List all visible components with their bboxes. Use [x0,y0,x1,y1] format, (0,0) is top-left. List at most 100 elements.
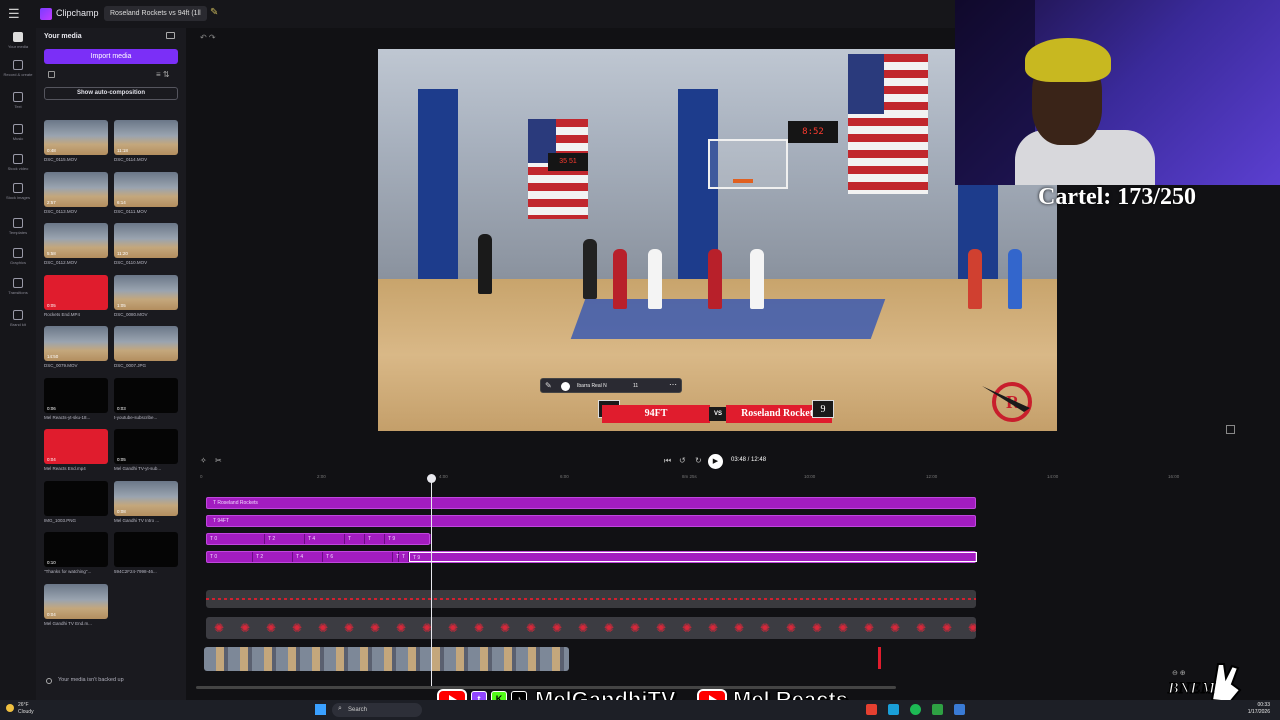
media-thumbnail[interactable]: 0:04 [44,429,108,464]
spotify-icon[interactable] [910,704,921,715]
media-thumbnail[interactable]: 5:58 [44,223,108,258]
filter-sort-icon[interactable]: ≡ ⇅ [156,70,170,79]
logo-clip-frame: ✺ [343,621,355,635]
media-thumbnail[interactable]: 0:03 [114,377,178,413]
media-thumbnail[interactable]: 0:05 [44,274,108,310]
rail-item-templates[interactable]: Templates [0,218,36,235]
video-track[interactable] [204,647,569,671]
ruler-tick: 16:00 [1168,474,1180,479]
media-thumbnail[interactable]: 11:20 [114,223,178,258]
rail-item-stock-images[interactable]: Stock images [0,183,36,200]
audio-track[interactable] [206,590,976,608]
score-overlay[interactable]: 10 94FT VS Roseland Rockets 9 [566,400,836,424]
score-clip[interactable]: T 4 [293,552,323,562]
rail-item-text[interactable]: Text [0,92,36,109]
media-thumbnail[interactable]: 0:10 [44,532,108,567]
rewind-icon[interactable]: ↺ [679,456,686,465]
score-clip-selected[interactable]: T 9 [409,552,977,562]
ruler-tick: 6:00 [560,474,569,479]
taskbar-search[interactable]: Search [332,703,422,717]
media-thumbnail[interactable]: 11:18 [114,120,178,155]
rail-item-stock-video[interactable]: Stock video [0,154,36,171]
media-thumbnail[interactable] [44,480,108,516]
logo-clip-frame: ✺ [421,621,433,635]
media-thumbnail[interactable] [114,326,178,361]
undo-icon[interactable]: ↶ ↷ [200,33,216,42]
player [1008,249,1022,309]
score-clip[interactable]: T 2 [265,534,305,544]
font-size-selector[interactable]: 11 [633,383,638,389]
chrome-icon[interactable] [866,704,877,715]
magic-edit-icon[interactable]: ✧ [200,456,207,465]
media-thumbnail[interactable]: 14:50 [44,326,108,361]
split-icon[interactable]: ✂ [215,456,222,465]
score-clip[interactable]: T 9 [385,534,431,544]
logo-clip-frame: ✺ [499,621,511,635]
score-track-2[interactable]: T 0 T 2 T 4 T 6 T T T 9 [206,551,977,563]
music-icon [13,124,23,134]
playhead-handle[interactable] [427,474,436,483]
timeline-ruler[interactable]: 0 2:00 4:00 6:00 8m 25s 10:00 12:00 14:0… [196,472,1246,486]
media-thumbnail[interactable]: 0:48 [44,120,108,155]
player [583,239,597,299]
score-clip[interactable]: T 2 [253,552,293,562]
score-clip[interactable]: T 0 [207,534,265,544]
project-name-field[interactable]: Roseland Rockets vs 94ft (1ll [104,6,207,21]
media-thumbnail[interactable]: 1:05 [114,274,178,310]
show-auto-composition-button[interactable]: Show auto-composition [44,87,178,100]
windows-start-icon[interactable] [315,704,326,715]
import-media-button[interactable]: Import media [44,49,178,64]
more-options-icon[interactable]: ⋯ [669,380,677,389]
weather-icon[interactable] [6,704,14,712]
app-icon[interactable] [932,704,943,715]
rail-item-record[interactable]: Record & create [0,60,36,77]
media-thumbnail[interactable]: 0:04 [44,583,108,619]
media-thumbnail[interactable]: 0:08 [114,480,178,516]
weather-widget[interactable]: 26°F Cloudy [18,702,34,716]
skip-back-icon[interactable]: ⏮ [664,456,671,466]
score-track-1[interactable]: T 0 T 2 T 4 T T T 9 [206,533,431,545]
score-clip[interactable]: T 4 [305,534,345,544]
score-clip[interactable]: T [345,534,365,544]
rail-item-music[interactable]: Music [0,124,36,141]
app-icon[interactable] [954,704,965,715]
score-clip[interactable]: T 0 [207,552,253,562]
edge-icon[interactable] [888,704,899,715]
media-filename: Mel Gandhi TV Intro ... [114,517,160,523]
edit-pencil-icon[interactable]: ✎ [545,381,552,390]
text-track-roseland[interactable]: T Roseland Rockets [206,497,976,509]
forward-icon[interactable]: ↻ [695,456,702,465]
play-button[interactable]: ▶ [708,454,723,469]
logo-clip-frame: ✺ [369,621,381,635]
hamburger-menu-icon[interactable]: ☰ [8,6,24,22]
media-duration: 0:05 [47,302,56,308]
collapse-panel-icon[interactable] [166,32,175,39]
media-thumbnail[interactable]: 2:57 [44,171,108,207]
rail-item-your-media[interactable]: Your media [0,32,36,49]
system-clock[interactable]: 00:33 1/17/2026 [1226,702,1270,716]
playhead[interactable] [431,476,432,686]
clipchamp-logo-icon [40,8,52,20]
fullscreen-icon[interactable] [1226,425,1235,434]
media-thumbnail[interactable]: 6:14 [114,171,178,207]
clock-date: 1/17/2026 [1247,709,1270,715]
score-clip[interactable]: T [365,534,385,544]
font-selector[interactable]: Ibarra Real N [577,383,607,389]
text-track-94ft[interactable]: T 94FT [206,515,976,527]
rail-item-graphics[interactable]: Graphics [0,248,36,265]
red-clip-marker[interactable] [878,647,881,669]
score-clip[interactable]: T 6 [323,552,393,562]
media-thumbnail[interactable]: 0:06 [44,377,108,413]
media-thumbnail[interactable]: 0:05 [114,429,178,464]
logo-overlay-track[interactable]: ✺ ✺ ✺ ✺ ✺ ✺ ✺ ✺ ✺ ✺ ✺ ✺ ✺ ✺ ✺ ✺ ✺ ✺ ✺ ✺ ✺ ✺ ✺ ✺ ✺ ✺ ✺ ✺ ✺ ✺ [206,617,976,639]
player [613,249,627,309]
rail-item-transitions[interactable]: Transitions [0,278,36,295]
template-icon [13,218,23,228]
media-thumbnail[interactable] [114,532,178,567]
color-picker[interactable] [561,382,570,391]
score-clip[interactable]: T [399,552,409,562]
magic-wand-icon[interactable]: ✎ [210,7,218,18]
media-filename: Mel Gandhi TV End.m... [44,620,92,626]
select-all-checkbox[interactable] [48,71,55,78]
rail-item-brand-kit[interactable]: Brand kit [0,310,36,327]
